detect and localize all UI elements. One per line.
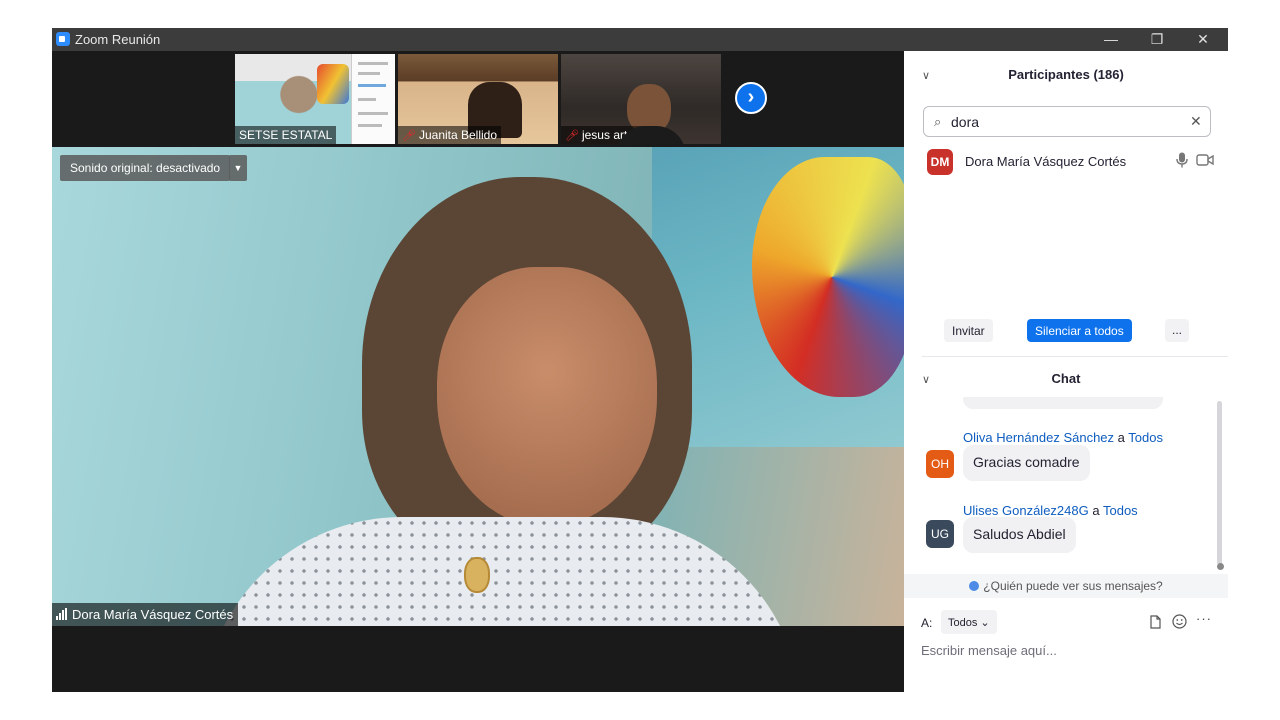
- close-button[interactable]: ✕: [1180, 28, 1226, 51]
- signal-strength-icon: [56, 608, 68, 623]
- who-can-see-messages-link[interactable]: ¿Quién puede ver sus mensajes?: [904, 574, 1228, 598]
- message-header: Ulises González248G a Todos: [963, 503, 1138, 518]
- message-text: Gracias comadre: [963, 445, 1090, 481]
- participant-row[interactable]: DM Dora María Vásquez Cortés: [904, 146, 1228, 176]
- message-header: Oliva Hernández Sánchez a Todos: [963, 430, 1163, 445]
- avatar: DM: [927, 149, 953, 175]
- participant-search[interactable]: ⌕ ✕: [923, 106, 1211, 137]
- thumbnail-video[interactable]: 🎤︎ Juanita Bellido: [398, 54, 558, 144]
- chat-title: Chat: [1051, 371, 1081, 386]
- avatar: OH: [926, 450, 954, 478]
- participant-search-input[interactable]: [951, 112, 1181, 132]
- next-page-button[interactable]: ›: [735, 82, 767, 114]
- thumbnail-name: SETSE ESTATAL: [235, 126, 337, 144]
- person-icon: [969, 581, 980, 591]
- thumbnail-name: jesus arturo: [581, 128, 645, 142]
- speaker-face: [437, 267, 657, 527]
- active-speaker-video[interactable]: Sonido original: desactivado ▼ Dora Marí…: [52, 147, 904, 626]
- thumbnail-video[interactable]: SETSE ESTATAL: [235, 54, 395, 144]
- mic-muted-icon: 🎤︎: [402, 130, 416, 142]
- to-word: a: [1117, 430, 1125, 445]
- recipient-name[interactable]: Todos: [1103, 503, 1138, 518]
- thumbnail-name: Juanita Bellido: [418, 128, 498, 142]
- chat-scrollbar[interactable]: [1217, 401, 1222, 565]
- chevron-down-icon: ⌄: [980, 617, 990, 629]
- chat-message-input[interactable]: [921, 639, 1211, 661]
- message-text: Saludos Abdiel: [963, 517, 1076, 553]
- zoom-window: Zoom Reunión — ❐ ✕ SETSE ESTATAL 🎤︎ Juani…: [52, 28, 1228, 692]
- recipient-name[interactable]: Todos: [1128, 430, 1163, 445]
- more-options-button[interactable]: ...: [1165, 319, 1189, 342]
- window-title: Zoom Reunión: [75, 32, 161, 47]
- restore-button[interactable]: ❐: [1134, 28, 1180, 51]
- panel-divider: [922, 356, 1228, 357]
- thumbnail-video[interactable]: 🎤︎ jesus arturo: [561, 54, 721, 144]
- previous-message-bubble: [963, 397, 1163, 409]
- file-icon[interactable]: [1150, 615, 1161, 629]
- chat-more-options-button[interactable]: ···: [1196, 611, 1212, 626]
- original-sound-button[interactable]: Sonido original: desactivado: [60, 155, 231, 181]
- chat-message-list[interactable]: Oliva Hernández Sánchez a Todos OH Graci…: [904, 397, 1228, 567]
- shared-screen-preview: [351, 54, 395, 144]
- participant-name: Dora María Vásquez Cortés: [965, 154, 1127, 169]
- minimize-button[interactable]: —: [1088, 28, 1134, 51]
- who-can-see-text: ¿Quién puede ver sus mensajes?: [983, 579, 1163, 593]
- to-label: A:: [921, 616, 933, 630]
- mic-muted-icon: 🎤︎: [565, 130, 579, 142]
- speaker-name: Dora María Vásquez Cortés: [72, 607, 234, 622]
- original-sound-dropdown[interactable]: ▼: [229, 155, 247, 181]
- emoji-icon[interactable]: [1172, 614, 1187, 629]
- sender-name[interactable]: Oliva Hernández Sánchez: [963, 430, 1114, 445]
- speaker-name-label: Dora María Vásquez Cortés: [52, 603, 239, 626]
- participants-title: Participantes (186): [1008, 67, 1124, 82]
- invite-button[interactable]: Invitar: [944, 319, 993, 342]
- avatar: UG: [926, 520, 954, 548]
- recipient-select[interactable]: Todos ⌄: [941, 610, 997, 634]
- speaker-body: [202, 517, 802, 626]
- thumbnail-name-label: 🎤︎ Juanita Bellido: [398, 126, 502, 144]
- zoom-app-icon: [56, 32, 70, 46]
- sender-name[interactable]: Ulises González248G: [963, 503, 1089, 518]
- video-camera-icon[interactable]: [1196, 153, 1214, 167]
- clear-search-icon[interactable]: ✕: [1190, 113, 1202, 130]
- recipient-select-value: Todos: [948, 617, 978, 629]
- title-bar: Zoom Reunión — ❐ ✕: [52, 28, 1228, 51]
- to-word: a: [1092, 503, 1100, 518]
- speaker-pendant: [464, 557, 490, 593]
- thumbnail-name-label: 🎤︎ jesus arturo: [561, 126, 649, 144]
- search-icon: ⌕: [934, 114, 942, 129]
- chevron-down-icon: ▼: [233, 163, 243, 173]
- chat-scroll-thumb[interactable]: [1217, 563, 1224, 570]
- mute-all-button[interactable]: Silenciar a todos: [1027, 319, 1132, 342]
- chevron-right-icon: ›: [747, 86, 755, 108]
- video-area: SETSE ESTATAL 🎤︎ Juanita Bellido 🎤︎ jesus …: [52, 51, 904, 692]
- microphone-icon[interactable]: [1175, 152, 1189, 168]
- side-panel: ∨ Participantes (186) ⌕ ✕ DM Dora María …: [904, 51, 1228, 692]
